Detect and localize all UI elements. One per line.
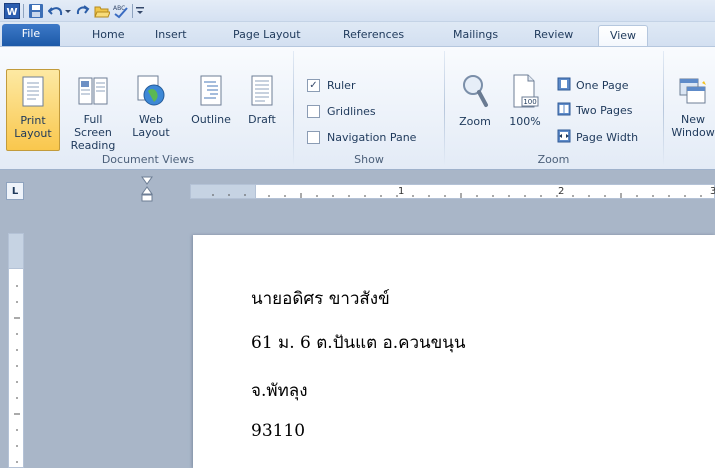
page-100-icon-text: 100 <box>523 98 536 106</box>
two-pages-label: Two Pages <box>576 103 633 117</box>
document-line-2[interactable]: 61 ม. 6 ต.ปันแต อ.ควนขนุน <box>251 329 466 356</box>
gridlines-check-box <box>307 104 320 118</box>
one-page-icon <box>557 77 571 94</box>
two-pages-button[interactable]: Two Pages <box>557 100 632 120</box>
open-icon[interactable] <box>93 2 111 20</box>
draft-button[interactable]: Draft <box>242 69 282 151</box>
gridlines-checkbox[interactable]: Gridlines <box>307 101 376 121</box>
ruler-number-1: 1 <box>398 186 405 197</box>
magnifier-icon <box>460 73 490 109</box>
page-width-button[interactable]: Page Width <box>557 127 638 147</box>
page-width-icon <box>557 129 571 146</box>
outline-button[interactable]: Outline <box>184 69 238 151</box>
web-layout-button[interactable]: Web Layout <box>126 69 176 151</box>
new-window-label-2: Window <box>671 126 715 139</box>
page-width-label: Page Width <box>576 130 639 144</box>
navigation-pane-checkbox[interactable]: Navigation Pane <box>307 127 416 147</box>
full-screen-label-1: Full Screen <box>74 113 112 139</box>
group-separator <box>444 51 445 165</box>
quick-access-toolbar: W ABC <box>0 0 715 22</box>
document-line-1[interactable]: นายอดิศร ขาวสังข์ <box>251 285 390 312</box>
web-layout-label-1: Web <box>139 113 163 126</box>
tab-references[interactable]: References <box>337 25 410 46</box>
tab-home[interactable]: Home <box>86 25 130 46</box>
ruler-number-3: 3 <box>710 186 715 197</box>
outline-icon <box>198 75 224 107</box>
ruler-ticks <box>268 193 702 198</box>
tab-review[interactable]: Review <box>528 25 579 46</box>
gridlines-label: Gridlines <box>327 104 376 118</box>
print-layout-button[interactable]: Print Layout <box>6 69 60 151</box>
word-app-icon[interactable]: W <box>3 2 21 20</box>
group-separator <box>293 51 294 165</box>
tab-mailings[interactable]: Mailings <box>447 25 504 46</box>
spelling-icon[interactable]: ABC <box>112 2 130 20</box>
zoom-100-button[interactable]: 100 100% <box>505 69 545 151</box>
qat-separator <box>23 4 24 18</box>
web-layout-label-2: Layout <box>132 126 170 139</box>
navigation-pane-label: Navigation Pane <box>327 130 417 144</box>
ribbon-view: Print Layout Full Screen Reading Web Lay… <box>0 46 715 170</box>
horizontal-ruler[interactable]: 1 2 3 <box>190 184 715 199</box>
group-separator <box>663 51 664 165</box>
indent-marker-icon[interactable] <box>140 176 154 207</box>
two-pages-icon <box>557 102 571 119</box>
ribbon-tabs: File Home Insert Page Layout References … <box>0 22 715 46</box>
draft-label: Draft <box>248 113 276 126</box>
show-group-label: Show <box>354 153 384 166</box>
full-screen-reading-icon <box>77 75 109 107</box>
zoom-button[interactable]: Zoom <box>452 69 498 151</box>
ruler-left-margin <box>190 184 256 199</box>
navigation-pane-check-box <box>307 130 320 144</box>
vertical-ruler-ticks <box>14 285 20 463</box>
redo-icon[interactable] <box>74 2 92 20</box>
ruler-checkbox[interactable]: ✓ Ruler <box>307 75 355 95</box>
qat-separator <box>132 4 133 18</box>
tab-insert[interactable]: Insert <box>149 25 193 46</box>
zoom-group-label: Zoom <box>537 153 570 166</box>
customize-qat-icon[interactable] <box>134 2 146 20</box>
document-line-4[interactable]: 93110 <box>251 421 305 441</box>
print-layout-icon <box>20 76 46 108</box>
svg-text:W: W <box>6 7 17 18</box>
zoom-label: Zoom <box>459 115 491 128</box>
full-screen-reading-button[interactable]: Full Screen Reading <box>64 69 122 152</box>
full-screen-label-2: Reading <box>70 139 116 152</box>
new-window-button[interactable]: New Window <box>668 69 715 151</box>
undo-dropdown-icon[interactable] <box>63 2 73 20</box>
zoom-100-label: 100% <box>509 115 541 128</box>
tab-view[interactable]: View <box>598 25 648 46</box>
outline-label: Outline <box>191 113 231 126</box>
save-icon[interactable] <box>27 2 45 20</box>
web-layout-icon <box>136 75 166 107</box>
print-layout-label-2: Layout <box>14 127 52 140</box>
ruler-check-icon: ✓ <box>307 78 320 92</box>
document-views-group-label: Document Views <box>101 153 195 166</box>
page-100-icon: 100 <box>510 73 540 109</box>
ruler-label: Ruler <box>327 78 356 92</box>
document-line-3[interactable]: จ.พัทลุง <box>251 377 308 404</box>
tab-page-layout[interactable]: Page Layout <box>227 25 307 46</box>
tab-file[interactable]: File <box>2 24 60 46</box>
new-window-icon <box>678 75 708 107</box>
document-page[interactable]: นายอดิศร ขาวสังข์ 61 ม. 6 ต.ปันแต อ.ควนข… <box>193 235 715 468</box>
print-layout-label-1: Print <box>20 114 46 127</box>
new-window-label-1: New <box>681 113 705 126</box>
one-page-button[interactable]: One Page <box>557 75 629 95</box>
ruler-number-2: 2 <box>558 186 565 197</box>
tab-selector-button[interactable]: L <box>6 182 24 200</box>
draft-icon <box>249 75 275 107</box>
vertical-ruler-top-margin <box>8 233 24 269</box>
one-page-label: One Page <box>576 78 629 92</box>
